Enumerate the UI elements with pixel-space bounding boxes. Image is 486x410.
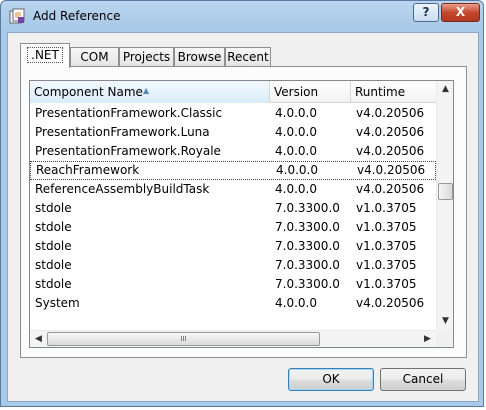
runtime-cell: v4.0.20506 (356, 144, 425, 158)
window-title: Add Reference (33, 9, 121, 23)
runtime-cell: v4.0.20506 (356, 296, 425, 310)
list-item[interactable]: PresentationFramework.Luna 4.0.0.0 v4.0.… (30, 123, 436, 142)
version-cell: 7.0.3300.0 (275, 201, 340, 215)
list-item[interactable]: ReferenceAssemblyBuildTask 4.0.0.0 v4.0.… (30, 180, 436, 199)
scroll-left-arrow-icon[interactable]: ◀ (30, 331, 47, 347)
add-reference-dialog: Add Reference ? X .NET COM Projects Brow… (0, 0, 484, 407)
vs-app-icon (9, 8, 25, 24)
version-cell: 4.0.0.0 (275, 144, 317, 158)
tab-browse[interactable]: Browse (174, 47, 225, 67)
tab-projects[interactable]: Projects (119, 47, 174, 67)
tab-com[interactable]: COM (70, 47, 119, 67)
version-cell: 7.0.3300.0 (275, 239, 340, 253)
version-cell: 7.0.3300.0 (275, 220, 340, 234)
runtime-cell: v1.0.3705 (356, 220, 417, 234)
horizontal-scroll-thumb[interactable]: III (47, 332, 320, 346)
component-list[interactable]: Component Name ▲ Version Runtime Present… (29, 80, 454, 348)
help-button[interactable]: ? (413, 3, 439, 22)
close-button[interactable]: X (441, 3, 480, 22)
list-header: Component Name ▲ Version Runtime (30, 81, 436, 103)
component-name-cell: ReferenceAssemblyBuildTask (35, 182, 210, 196)
version-cell: 4.0.0.0 (275, 125, 317, 139)
version-cell: 4.0.0.0 (275, 182, 317, 196)
vertical-scrollbar[interactable]: ▲ ▼ (436, 81, 453, 330)
component-name-cell: PresentationFramework.Royale (35, 144, 221, 158)
list-item[interactable]: System 4.0.0.0 v4.0.20506 (30, 294, 436, 313)
cancel-button[interactable]: Cancel (380, 368, 466, 391)
component-name-cell: stdole (35, 239, 72, 253)
column-header-component-name[interactable]: Component Name ▲ (30, 81, 270, 103)
list-item[interactable]: PresentationFramework.Classic 4.0.0.0 v4… (30, 104, 436, 123)
runtime-cell: v1.0.3705 (356, 239, 417, 253)
horizontal-scrollbar[interactable]: ◀ III ▶ (30, 330, 436, 347)
list-item[interactable]: stdole 7.0.3300.0 v1.0.3705 (30, 275, 436, 294)
component-name-cell: stdole (35, 258, 72, 272)
column-header-runtime[interactable]: Runtime (351, 81, 436, 103)
list-item-focused[interactable]: ReachFramework 4.0.0.0 v4.0.20506 (30, 161, 436, 180)
scroll-up-arrow-icon[interactable]: ▲ (437, 81, 453, 98)
ok-button[interactable]: OK (288, 368, 374, 391)
vertical-scroll-thumb[interactable] (438, 183, 453, 200)
version-cell: 7.0.3300.0 (275, 258, 340, 272)
component-name-cell: stdole (35, 201, 72, 215)
runtime-cell: v4.0.20506 (356, 182, 425, 196)
column-header-version[interactable]: Version (270, 81, 351, 103)
version-cell: 4.0.0.0 (275, 296, 317, 310)
dialog-client-area: .NET COM Projects Browse Recent Componen… (7, 32, 479, 402)
scrollbar-corner (436, 330, 453, 347)
component-name-cell: PresentationFramework.Classic (35, 106, 223, 120)
component-name-cell: System (35, 296, 80, 310)
list-item[interactable]: stdole 7.0.3300.0 v1.0.3705 (30, 218, 436, 237)
tab-recent[interactable]: Recent (225, 47, 271, 67)
component-name-cell: stdole (35, 277, 72, 291)
version-cell: 7.0.3300.0 (275, 277, 340, 291)
list-item[interactable]: PresentationFramework.Royale 4.0.0.0 v4.… (30, 142, 436, 161)
version-cell: 4.0.0.0 (276, 163, 318, 177)
component-name-cell: PresentationFramework.Luna (35, 125, 210, 139)
runtime-cell: v1.0.3705 (356, 258, 417, 272)
list-item[interactable]: stdole 7.0.3300.0 v1.0.3705 (30, 237, 436, 256)
version-cell: 4.0.0.0 (275, 106, 317, 120)
scroll-right-arrow-icon[interactable]: ▶ (419, 331, 436, 347)
sort-ascending-icon: ▲ (143, 86, 150, 95)
runtime-cell: v4.0.20506 (357, 163, 426, 177)
runtime-cell: v1.0.3705 (356, 201, 417, 215)
component-name-cell: ReachFramework (36, 163, 140, 177)
dotnet-tab-panel: Component Name ▲ Version Runtime Present… (20, 66, 467, 358)
runtime-cell: v1.0.3705 (356, 277, 417, 291)
list-item[interactable]: stdole 7.0.3300.0 v1.0.3705 (30, 199, 436, 218)
scroll-down-arrow-icon[interactable]: ▼ (437, 313, 453, 330)
runtime-cell: v4.0.20506 (356, 106, 425, 120)
runtime-cell: v4.0.20506 (356, 125, 425, 139)
component-name-cell: stdole (35, 220, 72, 234)
tab-dotnet-label: .NET (27, 47, 63, 63)
list-item[interactable]: stdole 7.0.3300.0 v1.0.3705 (30, 256, 436, 275)
tab-dotnet[interactable]: .NET (20, 43, 70, 68)
column-header-label: Component Name (34, 85, 143, 99)
title-bar: Add Reference ? X (1, 1, 483, 33)
